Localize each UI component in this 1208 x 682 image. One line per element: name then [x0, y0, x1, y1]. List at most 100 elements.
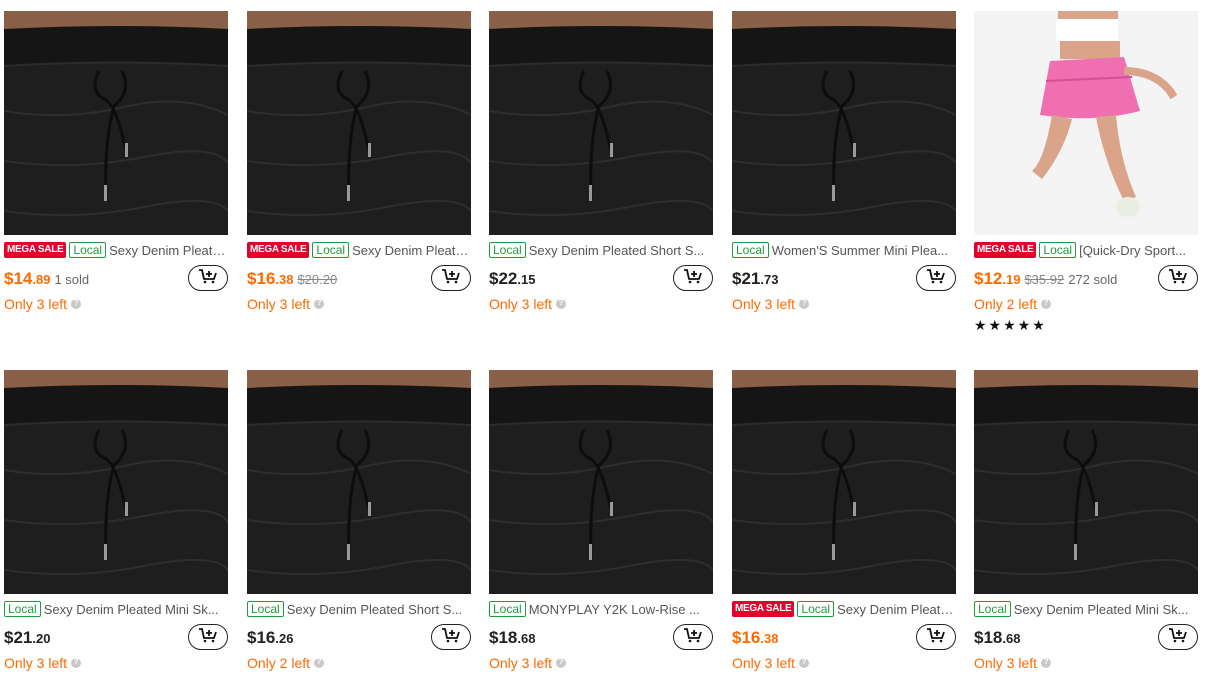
product-image[interactable]	[247, 370, 471, 594]
product-card[interactable]: MEGA SALELocalSexy Denim Pleated Mini Sk…	[4, 11, 228, 313]
stock-row: Only 2 left	[974, 295, 1198, 313]
sold-count: 272 sold	[1068, 271, 1118, 287]
product-title-row: MEGA SALELocalSexy Denim Pleated Mini Sk…	[732, 600, 956, 618]
local-badge: Local	[4, 601, 41, 617]
local-badge: Local	[489, 601, 526, 617]
price-integer: $16	[247, 269, 276, 288]
info-icon[interactable]	[71, 657, 82, 668]
price: $16.38	[732, 628, 778, 648]
info-icon[interactable]	[314, 657, 325, 668]
product-card[interactable]: MEGA SALE Local [Quick-Dry Sport... $12.19 $…	[974, 11, 1198, 334]
product-image[interactable]	[4, 370, 228, 594]
product-title[interactable]: Women'S Summer Mini Plea...	[772, 243, 956, 258]
price-row: $14.89 1 sold	[4, 265, 228, 293]
original-price: $35.92	[1024, 271, 1065, 287]
add-to-cart-button[interactable]	[673, 265, 713, 291]
product-card[interactable]: Local MONYPLAY Y2K Low-Rise ... $18.68 Onl…	[489, 370, 713, 672]
price-decimal: .15	[517, 272, 536, 287]
product-title[interactable]: Sexy Denim Pleated Short S...	[529, 243, 713, 258]
product-card[interactable]: MEGA SALELocalSexy Denim Pleated Short S…	[247, 11, 471, 313]
info-icon[interactable]	[1041, 298, 1052, 309]
product-title-row: Local Sexy Denim Pleated Short S...	[247, 600, 471, 618]
local-badge: Local	[732, 242, 769, 258]
add-to-cart-icon	[683, 627, 703, 648]
product-image[interactable]	[974, 370, 1198, 594]
price: $16.38	[247, 269, 293, 289]
add-to-cart-icon	[441, 627, 461, 648]
add-to-cart-button[interactable]	[1158, 624, 1198, 650]
product-card[interactable]: Local Sexy Denim Pleated Mini Sk... $18.68…	[974, 370, 1198, 672]
add-to-cart-button[interactable]	[431, 624, 471, 650]
stock-status: Only 3 left	[974, 655, 1038, 671]
info-icon[interactable]	[71, 298, 82, 309]
product-title-row: MEGA SALE Local [Quick-Dry Sport...	[974, 241, 1198, 259]
product-image[interactable]	[974, 11, 1198, 235]
add-to-cart-button[interactable]	[1158, 265, 1198, 291]
product-card[interactable]: Local Sexy Denim Pleated Short S... $22.15…	[489, 11, 713, 313]
product-title[interactable]: [Quick-Dry Sport...	[1079, 243, 1198, 258]
product-image[interactable]	[732, 370, 956, 594]
price: $12.19	[974, 269, 1020, 289]
add-to-cart-icon	[198, 627, 218, 648]
stock-status: Only 3 left	[4, 296, 68, 312]
product-image[interactable]	[489, 11, 713, 235]
price-row: $21.73	[732, 265, 956, 293]
price: $21.20	[4, 628, 50, 648]
price-row: $16.26	[247, 624, 471, 652]
add-to-cart-button[interactable]	[916, 624, 956, 650]
product-title[interactable]: Sexy Denim Pleated Short S...	[287, 602, 471, 617]
mega-sale-badge: MEGA SALE	[974, 242, 1037, 258]
stock-status: Only 2 left	[974, 296, 1038, 312]
product-image[interactable]	[732, 11, 956, 235]
stock-row: Only 3 left	[732, 654, 956, 672]
product-title[interactable]: MONYPLAY Y2K Low-Rise ...	[529, 602, 713, 617]
price-decimal: .19	[1002, 272, 1021, 287]
product-card[interactable]: Local Sexy Denim Pleated Mini Sk... $21.20…	[4, 370, 228, 672]
price-integer: $12	[974, 269, 1003, 288]
product-title-row: Local Sexy Denim Pleated Mini Sk...	[974, 600, 1198, 618]
stock-row: Only 3 left	[489, 654, 713, 672]
product-title-row: Local MONYPLAY Y2K Low-Rise ...	[489, 600, 713, 618]
price-integer: $16	[247, 628, 276, 647]
add-to-cart-icon	[1168, 268, 1188, 289]
price: $21.73	[732, 269, 778, 289]
add-to-cart-button[interactable]	[188, 624, 228, 650]
info-icon[interactable]	[314, 298, 325, 309]
product-grid: MEGA SALELocalSexy Denim Pleated Mini Sk…	[0, 0, 1208, 682]
add-to-cart-icon	[441, 268, 461, 289]
price-integer: $22	[489, 269, 518, 288]
price: $16.26	[247, 628, 293, 648]
stock-status: Only 2 left	[247, 655, 311, 671]
product-title[interactable]: Sexy Denim Pleated Short Skirt	[352, 243, 471, 258]
info-icon[interactable]	[799, 298, 810, 309]
product-title-row: Local Sexy Denim Pleated Short S...	[489, 241, 713, 259]
price-integer: $18	[489, 628, 518, 647]
add-to-cart-button[interactable]	[673, 624, 713, 650]
add-to-cart-button[interactable]	[431, 265, 471, 291]
info-icon[interactable]	[556, 657, 567, 668]
price-row: $21.20	[4, 624, 228, 652]
product-card[interactable]: Local Sexy Denim Pleated Short S... $16.26…	[247, 370, 471, 672]
add-to-cart-icon	[926, 627, 946, 648]
product-title[interactable]: Sexy Denim Pleated Mini Skirt	[109, 243, 228, 258]
local-badge: Local	[797, 601, 835, 617]
price-decimal: .20	[32, 631, 51, 646]
product-title[interactable]: Sexy Denim Pleated Mini Skirt	[837, 602, 956, 617]
info-icon[interactable]	[556, 298, 567, 309]
price-row: $18.68	[489, 624, 713, 652]
product-title[interactable]: Sexy Denim Pleated Mini Sk...	[1014, 602, 1198, 617]
add-to-cart-button[interactable]	[188, 265, 228, 291]
product-card[interactable]: MEGA SALELocalSexy Denim Pleated Mini Sk…	[732, 370, 956, 672]
info-icon[interactable]	[799, 657, 810, 668]
local-badge: Local	[489, 242, 526, 258]
price-decimal: .68	[517, 631, 536, 646]
stock-row: Only 3 left	[489, 295, 713, 313]
product-image[interactable]	[4, 11, 228, 235]
product-image[interactable]	[247, 11, 471, 235]
product-card[interactable]: Local Women'S Summer Mini Plea... $21.73 O…	[732, 11, 956, 313]
product-title[interactable]: Sexy Denim Pleated Mini Sk...	[44, 602, 228, 617]
product-image[interactable]	[489, 370, 713, 594]
add-to-cart-button[interactable]	[916, 265, 956, 291]
info-icon[interactable]	[1041, 657, 1052, 668]
add-to-cart-icon	[683, 268, 703, 289]
